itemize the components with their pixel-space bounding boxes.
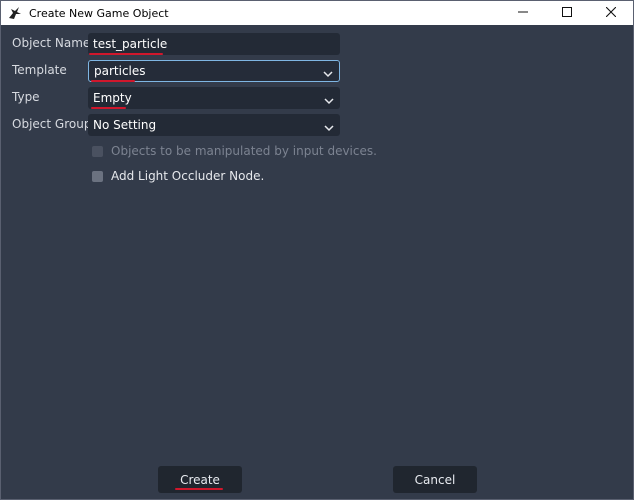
template-select[interactable]: particles — [88, 60, 340, 82]
light-occluder-checkbox-row[interactable]: Add Light Occluder Node. — [92, 169, 264, 183]
type-select[interactable]: Empty — [88, 87, 340, 109]
template-label: Template — [12, 63, 67, 77]
create-game-object-dialog: Create New Game Object Object Name test_… — [0, 0, 634, 500]
template-value: particles — [94, 64, 146, 78]
app-logo-icon — [7, 5, 23, 21]
maximize-icon — [562, 6, 572, 20]
input-devices-checkbox — [92, 145, 103, 157]
object-group-value: No Setting — [93, 118, 157, 132]
cancel-button[interactable]: Cancel — [393, 466, 477, 493]
light-occluder-checkbox[interactable] — [92, 170, 103, 182]
minimize-icon — [518, 6, 528, 20]
create-button-label: Create — [180, 472, 220, 487]
minimize-button[interactable] — [501, 1, 545, 25]
object-group-label: Object Group — [12, 117, 92, 131]
maximize-button[interactable] — [545, 1, 589, 25]
object-name-label: Object Name — [12, 36, 91, 50]
annotation-underline — [89, 53, 163, 55]
input-devices-checkbox-row: Objects to be manipulated by input devic… — [92, 144, 377, 158]
annotation-underline — [91, 80, 135, 82]
type-value: Empty — [93, 91, 132, 105]
object-name-input[interactable]: test_particle — [88, 33, 340, 55]
light-occluder-label: Add Light Occluder Node. — [111, 169, 265, 183]
title-bar: Create New Game Object — [1, 1, 633, 25]
close-button[interactable] — [589, 1, 633, 25]
chevron-down-icon — [323, 67, 333, 78]
chevron-down-icon — [324, 121, 334, 132]
type-label: Type — [12, 90, 40, 104]
object-group-select[interactable]: No Setting — [88, 114, 340, 136]
annotation-underline — [91, 107, 126, 109]
annotation-underline — [175, 488, 223, 490]
cancel-button-label: Cancel — [414, 472, 456, 487]
window-controls — [501, 1, 633, 25]
window-title: Create New Game Object — [29, 6, 169, 20]
close-icon — [605, 6, 617, 20]
chevron-down-icon — [324, 94, 334, 105]
object-name-value: test_particle — [93, 37, 168, 51]
input-devices-label: Objects to be manipulated by input devic… — [111, 144, 377, 158]
